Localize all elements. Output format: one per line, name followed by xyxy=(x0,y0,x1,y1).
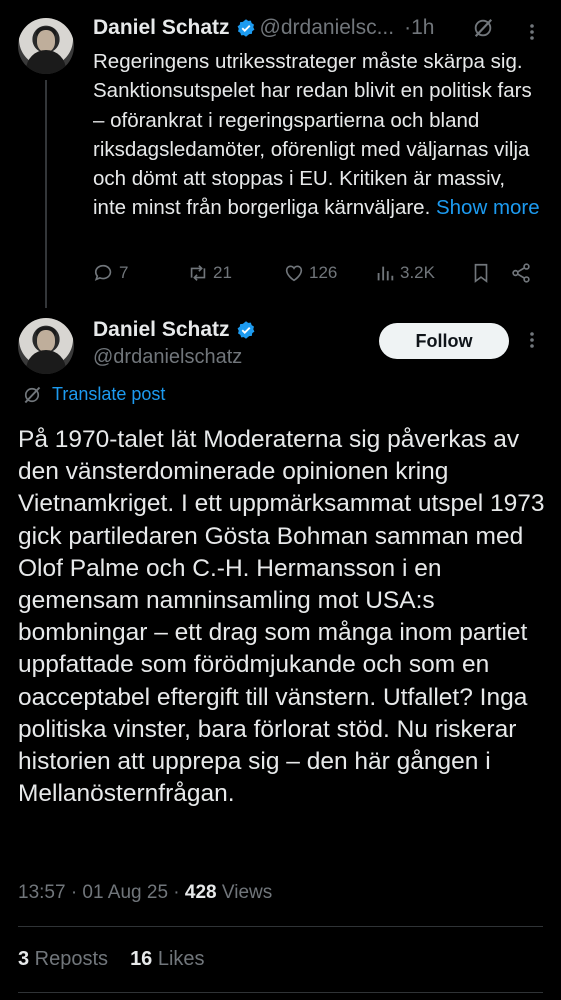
repost-count: 21 xyxy=(213,263,232,282)
avatar[interactable] xyxy=(18,318,74,374)
post-time[interactable]: 1h xyxy=(411,16,434,40)
author-name[interactable]: Daniel Schatz xyxy=(93,16,230,40)
bookmark-button[interactable] xyxy=(470,262,496,284)
reposts-label: Reposts xyxy=(29,948,109,970)
translate-post-link[interactable]: Translate post xyxy=(22,384,165,405)
share-icon xyxy=(512,263,530,283)
divider xyxy=(18,992,543,993)
translate-icon xyxy=(24,386,41,403)
views-icon xyxy=(377,266,394,281)
views-count: 428 xyxy=(184,882,217,903)
more-icon[interactable] xyxy=(528,22,536,42)
reply-button[interactable]: 7 xyxy=(93,262,128,284)
divider xyxy=(18,926,543,927)
avatar[interactable] xyxy=(18,18,74,74)
post-stats: 3 Reposts 16 Likes xyxy=(18,948,205,971)
author-handle[interactable]: @drdanielsc... xyxy=(260,16,395,40)
like-icon xyxy=(285,265,303,282)
verified-badge-icon xyxy=(237,19,254,37)
tweet1-actions: 7 21 126 3.2K xyxy=(0,262,561,286)
separator: · xyxy=(404,16,412,39)
likes-count: 16 xyxy=(130,948,153,970)
tweet2-header: Daniel Schatz xyxy=(93,318,260,342)
share-button[interactable] xyxy=(510,262,536,284)
bookmark-icon xyxy=(474,263,488,283)
verified-badge-icon xyxy=(237,321,254,339)
like-count: 126 xyxy=(309,263,338,282)
more-icon[interactable] xyxy=(528,330,536,350)
author-name[interactable]: Daniel Schatz xyxy=(93,318,230,342)
post-timestamp[interactable]: 13:57 · 01 Aug 25 · xyxy=(18,882,185,903)
views-count: 3.2K xyxy=(400,263,435,282)
likes-stat[interactable]: 16 Likes xyxy=(130,948,205,970)
like-button[interactable]: 126 xyxy=(283,262,337,284)
translate-label: Translate post xyxy=(52,384,166,404)
reposts-count: 3 xyxy=(18,948,30,970)
likes-label: Likes xyxy=(152,948,205,970)
reply-count: 7 xyxy=(119,263,129,282)
grok-icon[interactable] xyxy=(472,17,494,39)
repost-icon xyxy=(190,265,206,281)
repost-button[interactable]: 21 xyxy=(187,262,232,284)
tweet1-body: Regeringens utrikesstrateger måste skärp… xyxy=(93,50,532,220)
reply-icon xyxy=(94,264,112,281)
reposts-stat[interactable]: 3 Reposts xyxy=(18,948,108,970)
post-meta: 13:57 · 01 Aug 25 · 428 Views xyxy=(18,882,272,904)
tweet1-header: Daniel Schatz @drdanielsc... · 1h xyxy=(93,16,434,40)
tweet2-body: På 1970-talet lät Moderaterna sig påverk… xyxy=(18,426,545,808)
tweet1-text: Regeringens utrikesstrateger måste skärp… xyxy=(93,47,543,223)
views-button[interactable]: 3.2K xyxy=(374,262,435,284)
follow-button[interactable]: Follow xyxy=(379,323,509,359)
show-more-link[interactable]: Show more xyxy=(436,196,540,219)
views-label: Views xyxy=(216,882,273,903)
author-handle[interactable]: @drdanielschatz xyxy=(93,346,242,369)
